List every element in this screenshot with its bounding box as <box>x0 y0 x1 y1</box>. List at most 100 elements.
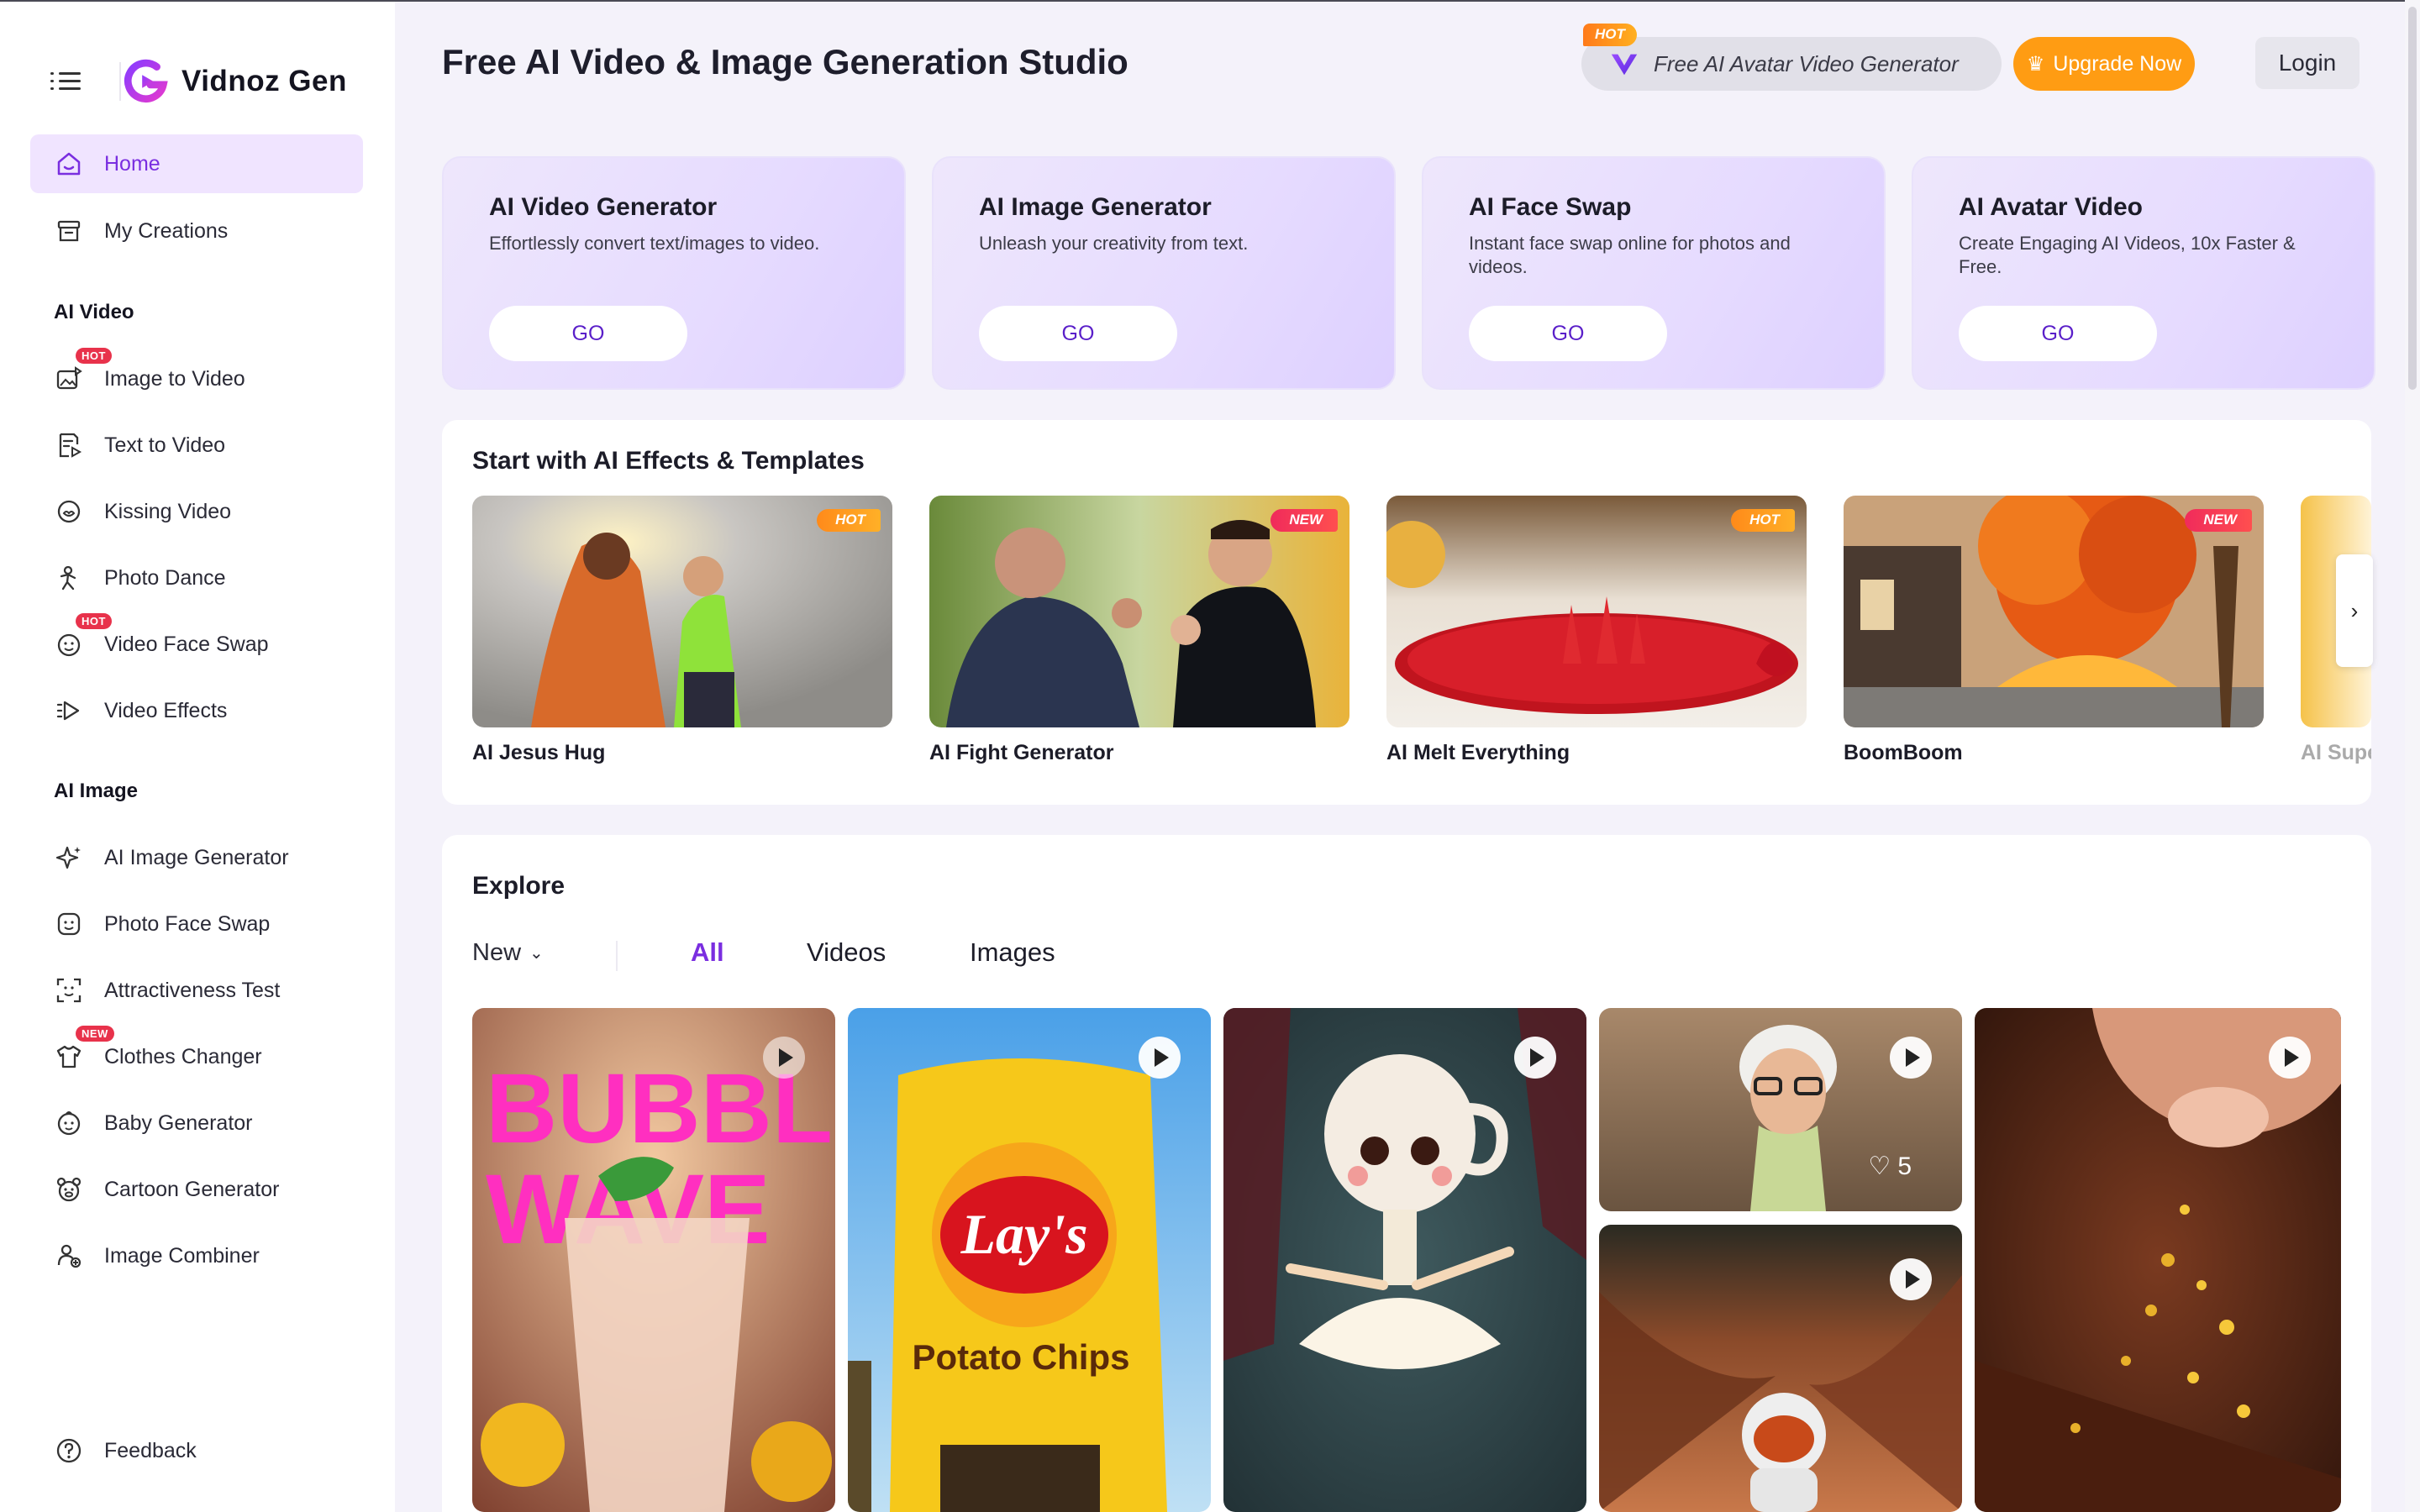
play-icon[interactable] <box>1890 1037 1932 1079</box>
template-thumbnail[interactable]: NEW <box>1844 496 2264 727</box>
template-name: AI Super S <box>2301 741 2371 764</box>
scrollbar-thumb[interactable] <box>2408 7 2417 390</box>
sidebar-item-label: Text to Video <box>104 433 226 457</box>
chevron-down-icon: ⌄ <box>529 944 544 963</box>
sidebar-item-kissing-video[interactable]: Kissing Video <box>30 482 363 541</box>
face-swap-icon <box>54 629 84 659</box>
play-icon[interactable] <box>1514 1037 1556 1079</box>
sidebar-item-home[interactable]: Home <box>30 134 363 193</box>
sidebar-item-video-face-swap[interactable]: HOT Video Face Swap <box>30 613 363 674</box>
new-tag: NEW <box>2185 509 2252 532</box>
sidebar-item-label: Cartoon Generator <box>104 1177 280 1201</box>
sidebar-item-label: My Creations <box>104 218 229 243</box>
explore-tile[interactable] <box>1599 1225 1962 1512</box>
go-button[interactable]: GO <box>979 306 1177 361</box>
hot-tag: HOT <box>817 509 881 532</box>
sidebar-item-clothes-changer[interactable]: NEW Clothes Changer <box>30 1026 363 1086</box>
tool-description: Instant face swap online for photos and … <box>1469 233 1791 277</box>
sidebar-item-cartoon-generator[interactable]: Cartoon Generator <box>30 1160 363 1219</box>
play-icon[interactable] <box>1890 1258 1932 1300</box>
carousel-next-button[interactable]: › <box>2336 554 2373 667</box>
sidebar-item-attractiveness-test[interactable]: Attractiveness Test <box>30 961 363 1020</box>
login-button[interactable]: Login <box>2255 37 2360 89</box>
face-scan-icon <box>54 975 84 1005</box>
tool-card-ai-avatar-video[interactable]: AI Avatar Video Create Engaging AI Video… <box>1912 156 2375 390</box>
explore-tile[interactable] <box>1223 1008 1586 1512</box>
chips-brand: Lay's <box>960 1202 1087 1266</box>
new-badge: NEW <box>76 1026 114 1042</box>
sidebar-item-text-to-video[interactable]: Text to Video <box>30 416 363 475</box>
sidebar-item-label: Video Face Swap <box>104 632 269 656</box>
tile-image: BUBBLE WAVE <box>472 1008 835 1512</box>
tool-card-ai-video-generator[interactable]: AI Video Generator Effortlessly convert … <box>442 156 906 390</box>
template-card[interactable]: HOT AI Melt Everything <box>1386 496 1807 765</box>
sidebar-item-label: Baby Generator <box>104 1110 253 1135</box>
cartoon-icon <box>54 1174 84 1205</box>
play-icon[interactable] <box>1139 1037 1181 1079</box>
sidebar-item-label: Clothes Changer <box>104 1044 262 1068</box>
avatar-video-generator-button[interactable]: Free AI Avatar Video Generator <box>1581 37 2002 91</box>
sidebar-item-feedback[interactable]: Feedback <box>30 1421 363 1480</box>
menu-icon[interactable] <box>50 71 81 92</box>
sidebar-item-image-combiner[interactable]: Image Combiner <box>30 1226 363 1285</box>
upgrade-label: Upgrade Now <box>2053 51 2182 76</box>
sidebar-header: Vidnoz Gen <box>50 52 347 111</box>
sidebar-item-baby-generator[interactable]: Baby Generator <box>30 1094 363 1152</box>
dance-icon <box>54 563 84 593</box>
vidnoz-v-logo-icon <box>1611 54 1638 76</box>
tool-title: AI Image Generator <box>979 193 1212 221</box>
combine-icon <box>54 1241 84 1271</box>
tool-title: AI Face Swap <box>1469 193 1632 221</box>
sort-value: New <box>472 939 522 966</box>
chevron-right-icon: › <box>2350 597 2359 623</box>
sidebar-item-video-effects[interactable]: Video Effects <box>30 681 363 740</box>
sort-dropdown[interactable]: New ⌄ <box>472 939 544 967</box>
play-icon[interactable] <box>763 1037 805 1079</box>
play-icon[interactable] <box>2269 1037 2311 1079</box>
upgrade-button[interactable]: ♛ Upgrade Now <box>2013 37 2195 91</box>
template-card[interactable]: NEW AI Fight Generator <box>929 496 1349 765</box>
text-video-icon <box>54 430 84 460</box>
shirt-icon <box>54 1042 84 1072</box>
go-button[interactable]: GO <box>1959 306 2157 361</box>
explore-tile[interactable]: ♡ 5 <box>1599 1008 1962 1211</box>
crown-icon: ♛ <box>2026 52 2045 76</box>
template-thumbnail[interactable]: HOT <box>472 496 892 727</box>
explore-tile[interactable]: BUBBLE WAVE <box>472 1008 835 1512</box>
template-thumbnail[interactable]: HOT <box>1386 496 1807 727</box>
heart-icon: ♡ <box>1868 1152 1891 1180</box>
template-name: BoomBoom <box>1844 741 1963 764</box>
sidebar-item-image-to-video[interactable]: HOT Image to Video <box>30 348 363 408</box>
sidebar-item-photo-dance[interactable]: Photo Dance <box>30 549 363 607</box>
go-button[interactable]: GO <box>489 306 687 361</box>
hot-tag: HOT <box>1583 24 1637 46</box>
tool-card-ai-image-generator[interactable]: AI Image Generator Unleash your creativi… <box>932 156 1396 390</box>
sparkle-icon <box>54 843 84 873</box>
sidebar-item-label: Image Combiner <box>104 1243 260 1268</box>
tab-images[interactable]: Images <box>970 937 1055 968</box>
likes-counter[interactable]: ♡ 5 <box>1868 1152 1912 1181</box>
hot-badge: HOT <box>76 348 112 364</box>
face-icon <box>54 909 84 939</box>
tab-all[interactable]: All <box>691 937 724 968</box>
explore-tile[interactable] <box>1975 1008 2341 1512</box>
sidebar-item-label: Attractiveness Test <box>104 978 281 1002</box>
sidebar-item-photo-face-swap[interactable]: Photo Face Swap <box>30 895 363 953</box>
template-card[interactable]: HOT AI Jesus Hug <box>472 496 892 765</box>
sidebar-item-label: Photo Face Swap <box>104 911 271 936</box>
template-thumbnail[interactable]: NEW <box>929 496 1349 727</box>
sidebar-item-label: Home <box>104 151 160 176</box>
new-tag: NEW <box>1270 509 1338 532</box>
template-card[interactable]: NEW BoomBoom <box>1844 496 2264 765</box>
sidebar-item-my-creations[interactable]: My Creations <box>30 202 363 260</box>
sidebar-item-label: Feedback <box>104 1438 197 1462</box>
hot-tag: HOT <box>1731 509 1795 532</box>
explore-tile[interactable]: Lay's Potato Chips <box>848 1008 1211 1512</box>
tab-videos[interactable]: Videos <box>807 937 886 968</box>
archive-icon <box>54 216 84 246</box>
sidebar: Vidnoz Gen Home My Creations AI Video HO… <box>0 2 395 1512</box>
go-button[interactable]: GO <box>1469 306 1667 361</box>
sidebar-item-ai-image-generator[interactable]: AI Image Generator <box>30 828 363 887</box>
tool-card-ai-face-swap[interactable]: AI Face Swap Instant face swap online fo… <box>1422 156 1886 390</box>
tool-description: Create Engaging AI Videos, 10x Faster & … <box>1959 233 2296 277</box>
